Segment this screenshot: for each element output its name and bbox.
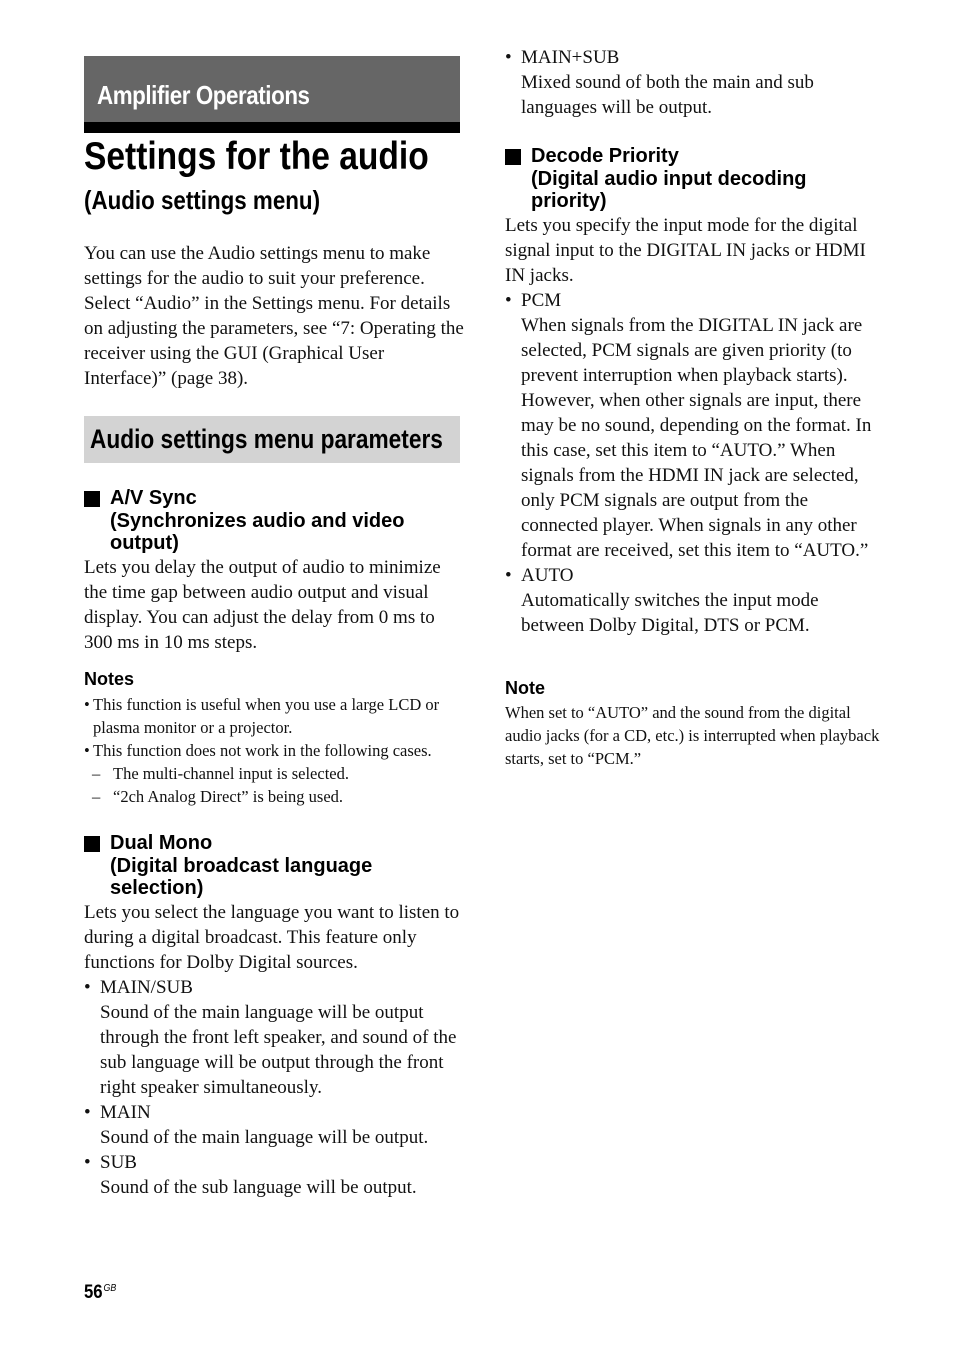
note-case-item: The multi-channel input is selected. xyxy=(84,762,474,785)
page-subtitle: (Audio settings menu) xyxy=(84,185,321,215)
bullet-icon: • xyxy=(505,290,512,311)
option-description: Mixed sound of both the main and sub lan… xyxy=(521,72,814,118)
square-bullet-icon xyxy=(505,149,521,165)
option-item: • MAIN/SUB Sound of the main language wi… xyxy=(84,975,462,1100)
option-description: Sound of the main language will be outpu… xyxy=(100,1002,457,1098)
bullet-icon: • xyxy=(505,565,512,586)
option-description: When signals from the DIGITAL IN jack ar… xyxy=(521,315,872,561)
note-case-item: “2ch Analog Direct” is being used. xyxy=(84,785,474,808)
bullet-icon: • xyxy=(84,1152,91,1173)
bullet-icon: • xyxy=(84,977,91,998)
decode-priority-heading: Decode Priority (Digital audio input dec… xyxy=(505,145,885,213)
dual-mono-options: • MAIN/SUB Sound of the main language wi… xyxy=(84,975,462,1200)
dual-mono-heading: Dual Mono (Digital broadcast language se… xyxy=(84,832,464,900)
option-name: PCM xyxy=(521,290,562,311)
option-name: AUTO xyxy=(521,565,574,586)
dual-mono-options-continued: • MAIN+SUB Mixed sound of both the main … xyxy=(505,45,845,120)
section-header-rule xyxy=(84,122,460,133)
av-sync-description: Lets you delay the output of audio to mi… xyxy=(84,557,441,653)
option-name: MAIN/SUB xyxy=(100,977,193,998)
decode-priority-title: Decode Priority xyxy=(531,145,679,167)
parameters-heading: Audio settings menu parameters xyxy=(90,424,443,454)
av-sync-subtitle-line2: output) xyxy=(110,532,179,554)
option-description: Sound of the sub language will be output… xyxy=(100,1177,417,1198)
option-item: • MAIN Sound of the main language will b… xyxy=(84,1100,462,1150)
dual-mono-subtitle-line2: selection) xyxy=(110,877,204,899)
square-bullet-icon xyxy=(84,491,100,507)
note-item: This function does not work in the follo… xyxy=(84,739,474,762)
option-item: • PCM When signals from the DIGITAL IN j… xyxy=(505,288,883,563)
decode-priority-subtitle-line1: (Digital audio input decoding xyxy=(531,167,807,190)
av-sync-notes-list: This function is useful when you use a l… xyxy=(84,693,474,808)
square-bullet-icon xyxy=(84,836,100,852)
decode-priority-subtitle-line2: priority) xyxy=(531,190,607,212)
option-name: MAIN xyxy=(100,1102,151,1123)
av-sync-notes-heading: Notes xyxy=(84,669,135,689)
dual-mono-subtitle-line1: (Digital broadcast language xyxy=(110,854,373,877)
intro-paragraph: You can use the Audio settings menu to m… xyxy=(84,243,464,389)
dual-mono-description: Lets you select the language you want to… xyxy=(84,902,460,973)
page-title: Settings for the audio xyxy=(84,135,429,178)
decode-priority-description: Lets you specify the input mode for the … xyxy=(505,215,866,286)
decode-priority-note-heading: Note xyxy=(505,678,545,698)
page-number-value: 56 xyxy=(84,1282,103,1303)
bullet-icon: • xyxy=(84,1102,91,1123)
note-item: This function is useful when you use a l… xyxy=(84,693,474,739)
page-number: 56GB xyxy=(84,1282,116,1304)
av-sync-heading: A/V Sync (Synchronizes audio and video o… xyxy=(84,487,464,555)
decode-priority-note: When set to “AUTO” and the sound from th… xyxy=(505,703,880,768)
page-number-suffix: GB xyxy=(103,1283,117,1294)
option-item: • AUTO Automatically switches the input … xyxy=(505,563,883,638)
option-description: Sound of the main language will be outpu… xyxy=(100,1127,429,1148)
av-sync-subtitle-line1: (Synchronizes audio and video xyxy=(110,509,405,532)
bullet-icon: • xyxy=(505,47,512,68)
option-name: MAIN+SUB xyxy=(521,47,620,68)
section-title: Amplifier Operations xyxy=(97,80,310,110)
dual-mono-title: Dual Mono xyxy=(110,832,213,854)
option-name: SUB xyxy=(100,1152,137,1173)
option-item: • MAIN+SUB Mixed sound of both the main … xyxy=(505,45,845,120)
option-description: Automatically switches the input mode be… xyxy=(521,590,819,636)
decode-priority-options: • PCM When signals from the DIGITAL IN j… xyxy=(505,288,883,638)
option-item: • SUB Sound of the sub language will be … xyxy=(84,1150,462,1200)
av-sync-title: A/V Sync xyxy=(110,487,197,509)
